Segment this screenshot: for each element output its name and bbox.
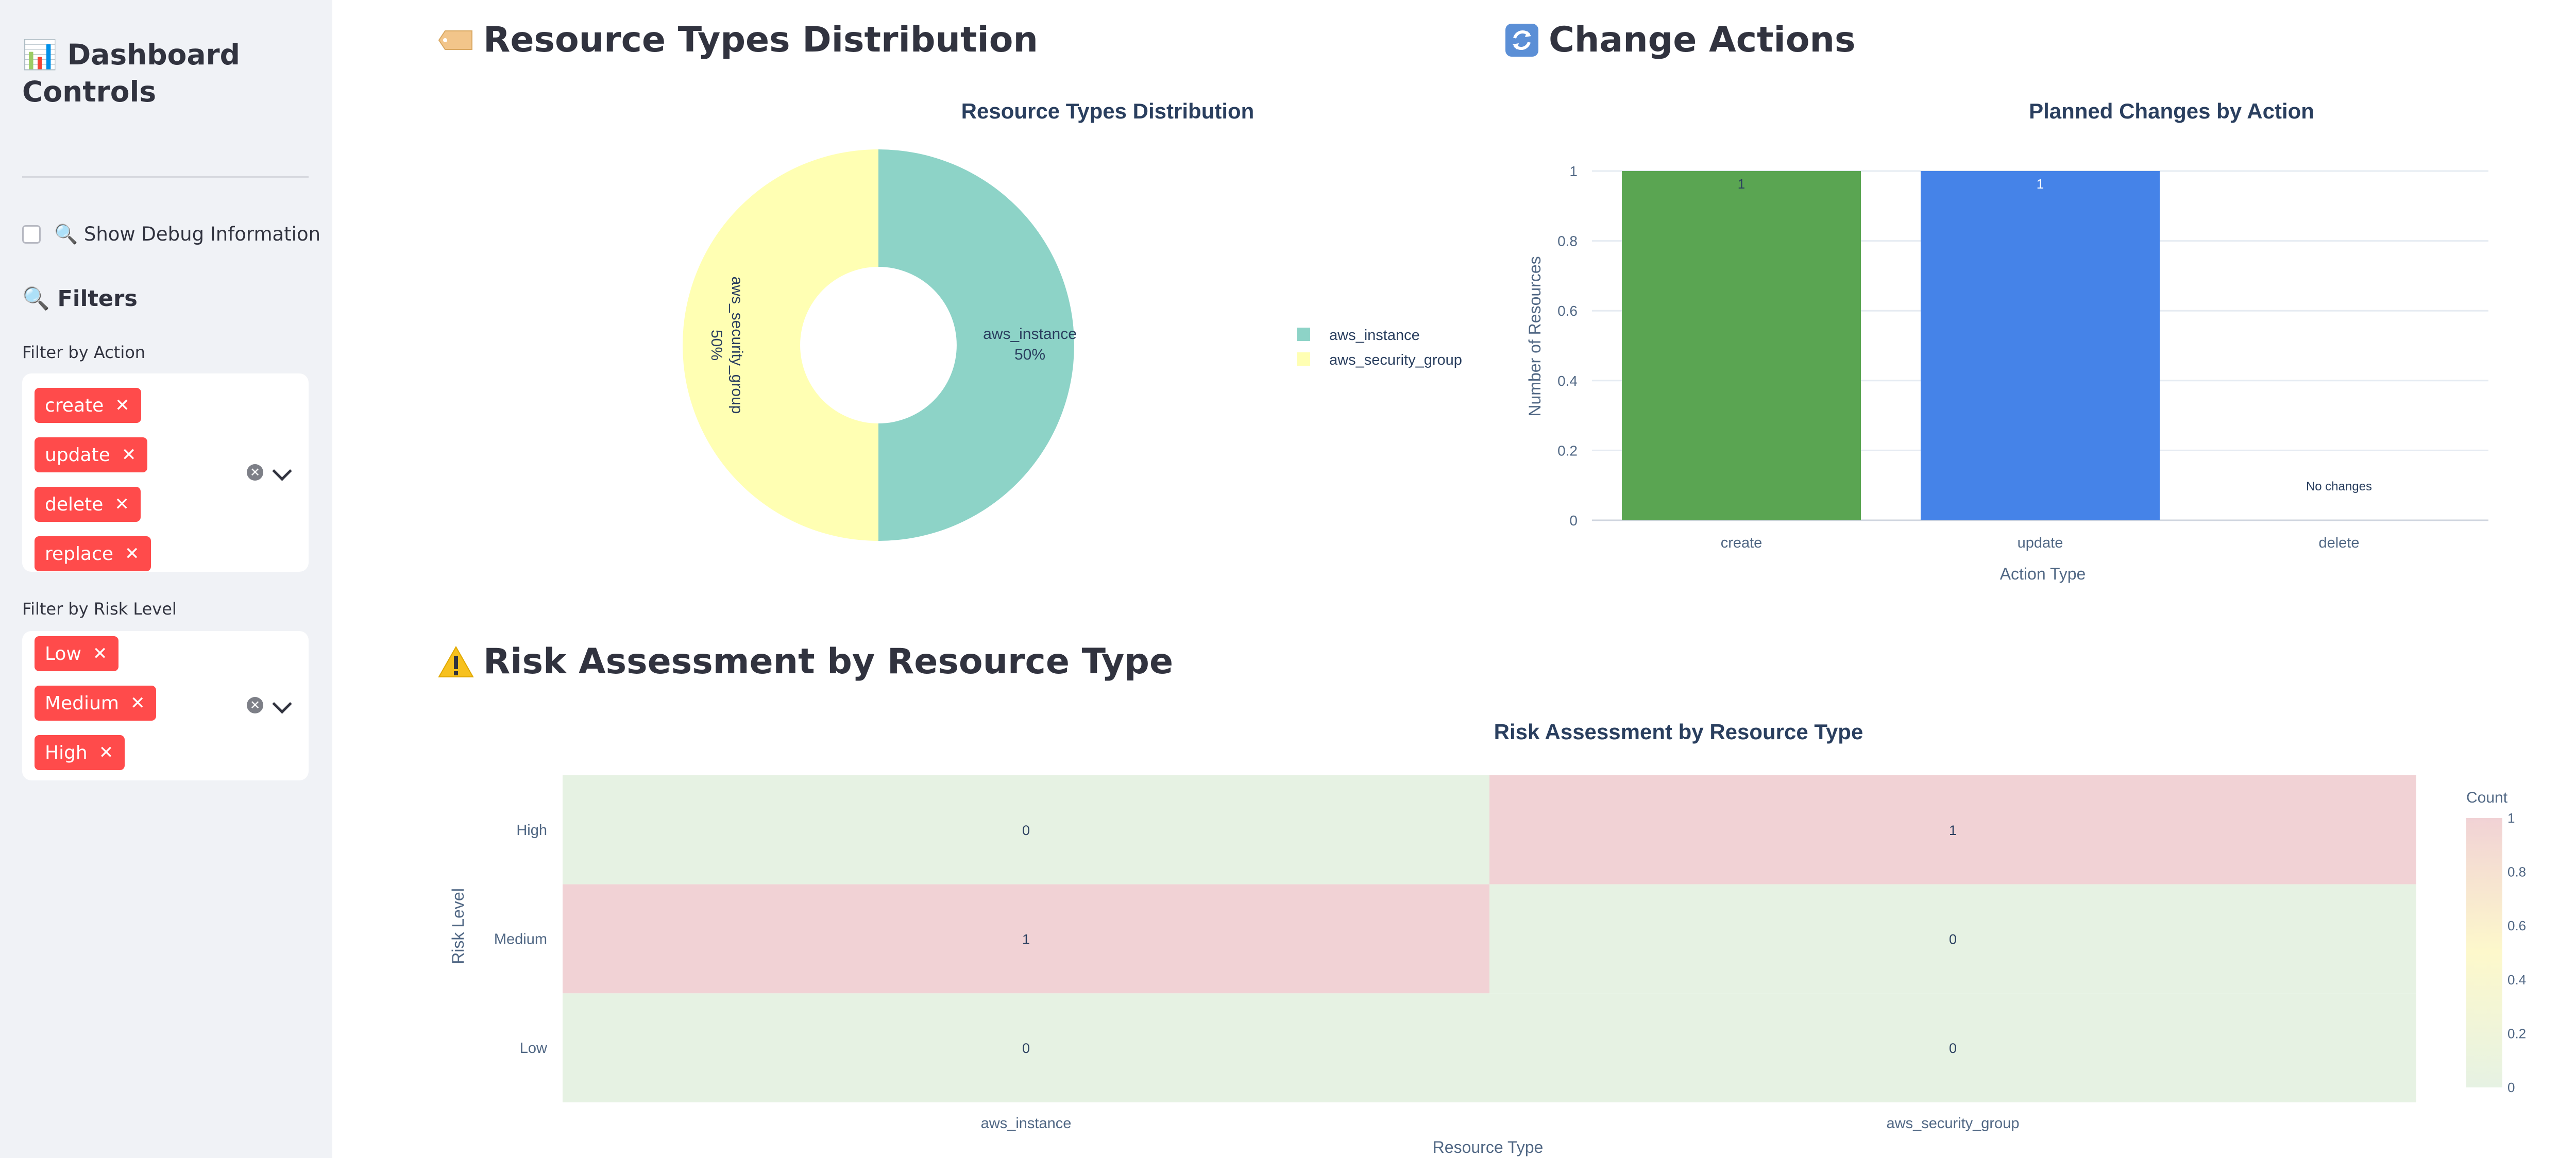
action-tag-label: update: [45, 444, 110, 466]
heatmap-y-tick: Medium: [494, 931, 547, 948]
sidebar-title: 📊 Dashboard Controls: [22, 38, 241, 108]
heatmap-cell-value: 0: [1949, 932, 1957, 947]
heatmap-cell-value: 0: [1949, 1041, 1957, 1056]
action-tag-update[interactable]: update ✕: [35, 437, 148, 472]
bar-value-label: 1: [2037, 176, 2044, 192]
debug-checkbox[interactable]: [22, 225, 41, 244]
remove-tag-icon[interactable]: ✕: [99, 742, 114, 763]
action-tag-delete[interactable]: delete ✕: [35, 487, 141, 522]
x-tick-label: update: [2018, 535, 2063, 551]
y-tick-label: 0.6: [1557, 303, 1578, 319]
risk-assessment-header: Risk Assessment by Resource Type: [438, 641, 1173, 682]
action-tag-label: create: [45, 395, 104, 416]
clear-all-icon[interactable]: ✕: [247, 697, 263, 713]
legend-label[interactable]: aws_security_group: [1329, 352, 1462, 368]
pie-slice-percent: 50%: [708, 330, 725, 361]
action-tag-label: delete: [45, 493, 104, 515]
bar-chart: Planned Changes by Action 0 0.2 0.4 0.6 0.8 1…: [1526, 99, 2488, 583]
resource-types-header: Resource Types Distribution: [438, 20, 1038, 60]
colorbar-tick: 1: [2507, 810, 2515, 826]
heatmap-cell-value: 1: [1022, 932, 1030, 947]
heatmap-title: Risk Assessment by Resource Type: [1494, 720, 1863, 744]
sidebar-divider: [22, 176, 309, 178]
x-tick-label: create: [1721, 535, 1762, 551]
legend-swatch[interactable]: [1297, 352, 1310, 366]
heatmap-cell-value: 0: [1022, 1041, 1030, 1056]
bar-chart-title: Planned Changes by Action: [2029, 99, 2314, 123]
chevron-down-icon[interactable]: [272, 694, 292, 714]
pie-slice-percent: 50%: [1014, 346, 1045, 363]
risk-tag-low[interactable]: Low ✕: [35, 636, 119, 671]
remove-tag-icon[interactable]: ✕: [122, 445, 137, 465]
bar-chart-xlabel: Action Type: [2000, 565, 2086, 583]
y-tick-label: 0.8: [1557, 233, 1578, 249]
y-tick-label: 0.4: [1557, 373, 1578, 389]
change-actions-header: Change Actions: [1504, 20, 1855, 60]
risk-assessment-title: Risk Assessment by Resource Type: [483, 641, 1174, 682]
bar-value-label: 1: [1738, 176, 1745, 192]
pie-slice-label: aws_instance: [983, 326, 1077, 343]
y-tick-label: 1: [1569, 163, 1578, 179]
legend-label[interactable]: aws_instance: [1329, 327, 1420, 344]
heatmap-y-tick: High: [516, 822, 547, 839]
action-tag-create[interactable]: create ✕: [35, 388, 141, 423]
action-filter-label: Filter by Action: [22, 343, 146, 362]
colorbar-tick: 0.8: [2507, 864, 2526, 880]
refresh-cycle-icon: [1505, 23, 1538, 57]
heatmap-cell-value: 0: [1022, 823, 1030, 838]
remove-tag-icon[interactable]: ✕: [115, 395, 130, 416]
pie-chart: Resource Types Distribution aws_instance…: [683, 99, 1462, 541]
colorbar-tick: 0.4: [2507, 972, 2526, 987]
chevron-down-icon[interactable]: [272, 461, 292, 481]
risk-tag-label: Medium: [45, 692, 119, 714]
heatmap-cell-value: 1: [1949, 823, 1957, 838]
heatmap-y-tick: Low: [520, 1040, 548, 1057]
remove-tag-icon[interactable]: ✕: [93, 643, 108, 664]
remove-tag-icon[interactable]: ✕: [125, 543, 140, 564]
y-tick-label: 0.2: [1557, 442, 1578, 458]
change-actions-title: Change Actions: [1549, 20, 1856, 60]
filters-title: 🔍 Filters: [22, 286, 138, 312]
colorbar-tick: 0.2: [2507, 1026, 2526, 1041]
sidebar: 📊 Dashboard Controls 🔍 Show Debug Inform…: [0, 0, 332, 1158]
remove-tag-icon[interactable]: ✕: [114, 494, 129, 515]
bar-create[interactable]: [1622, 171, 1861, 520]
remove-tag-icon[interactable]: ✕: [130, 693, 145, 713]
debug-checkbox-row[interactable]: 🔍 Show Debug Information: [22, 222, 320, 247]
heatmap-xlabel: Resource Type: [1433, 1138, 1544, 1156]
pie-chart-title: Resource Types Distribution: [961, 99, 1255, 123]
colorbar-tick: 0.6: [2507, 918, 2526, 933]
warning-icon: [438, 645, 474, 677]
heatmap-ylabel: Risk Level: [449, 888, 467, 964]
resource-types-title: Resource Types Distribution: [483, 20, 1038, 60]
heatmap-chart: Risk Assessment by Resource Type 0 1 High 1…: [449, 720, 2526, 1156]
risk-tag-label: Low: [45, 643, 81, 665]
clear-all-icon[interactable]: ✕: [247, 464, 263, 481]
legend-swatch[interactable]: [1297, 328, 1310, 341]
colorbar: [2466, 818, 2502, 1087]
action-tag-label: replace: [45, 543, 114, 565]
colorbar-title: Count: [2466, 789, 2508, 806]
risk-filter-multiselect[interactable]: Low ✕ Medium ✕ High ✕ ✕: [22, 631, 309, 780]
heatmap-x-tick: aws_security_group: [1887, 1115, 2020, 1132]
risk-tag-high[interactable]: High ✕: [35, 735, 125, 770]
y-tick-label: 0: [1569, 513, 1578, 529]
risk-tag-label: High: [45, 742, 88, 763]
risk-tag-medium[interactable]: Medium ✕: [35, 686, 157, 721]
debug-checkbox-label: 🔍 Show Debug Information: [54, 223, 321, 245]
bar-chart-ylabel: Number of Resources: [1526, 256, 1544, 416]
risk-filter-label: Filter by Risk Level: [22, 599, 177, 619]
action-filter-multiselect[interactable]: create ✕ update ✕ delete ✕ replace ✕ ✕: [22, 373, 309, 572]
action-tag-replace[interactable]: replace ✕: [35, 536, 151, 571]
no-changes-annotation: No changes: [2306, 480, 2372, 493]
pie-slice-aws_instance[interactable]: [878, 149, 1074, 541]
pie-slice-label: aws_security_group: [728, 277, 745, 414]
bar-update[interactable]: [1921, 171, 2160, 520]
heatmap-x-tick: aws_instance: [981, 1115, 1072, 1132]
label-tag-icon: [438, 30, 472, 50]
x-tick-label: delete: [2318, 535, 2359, 551]
colorbar-tick: 0: [2507, 1080, 2515, 1095]
